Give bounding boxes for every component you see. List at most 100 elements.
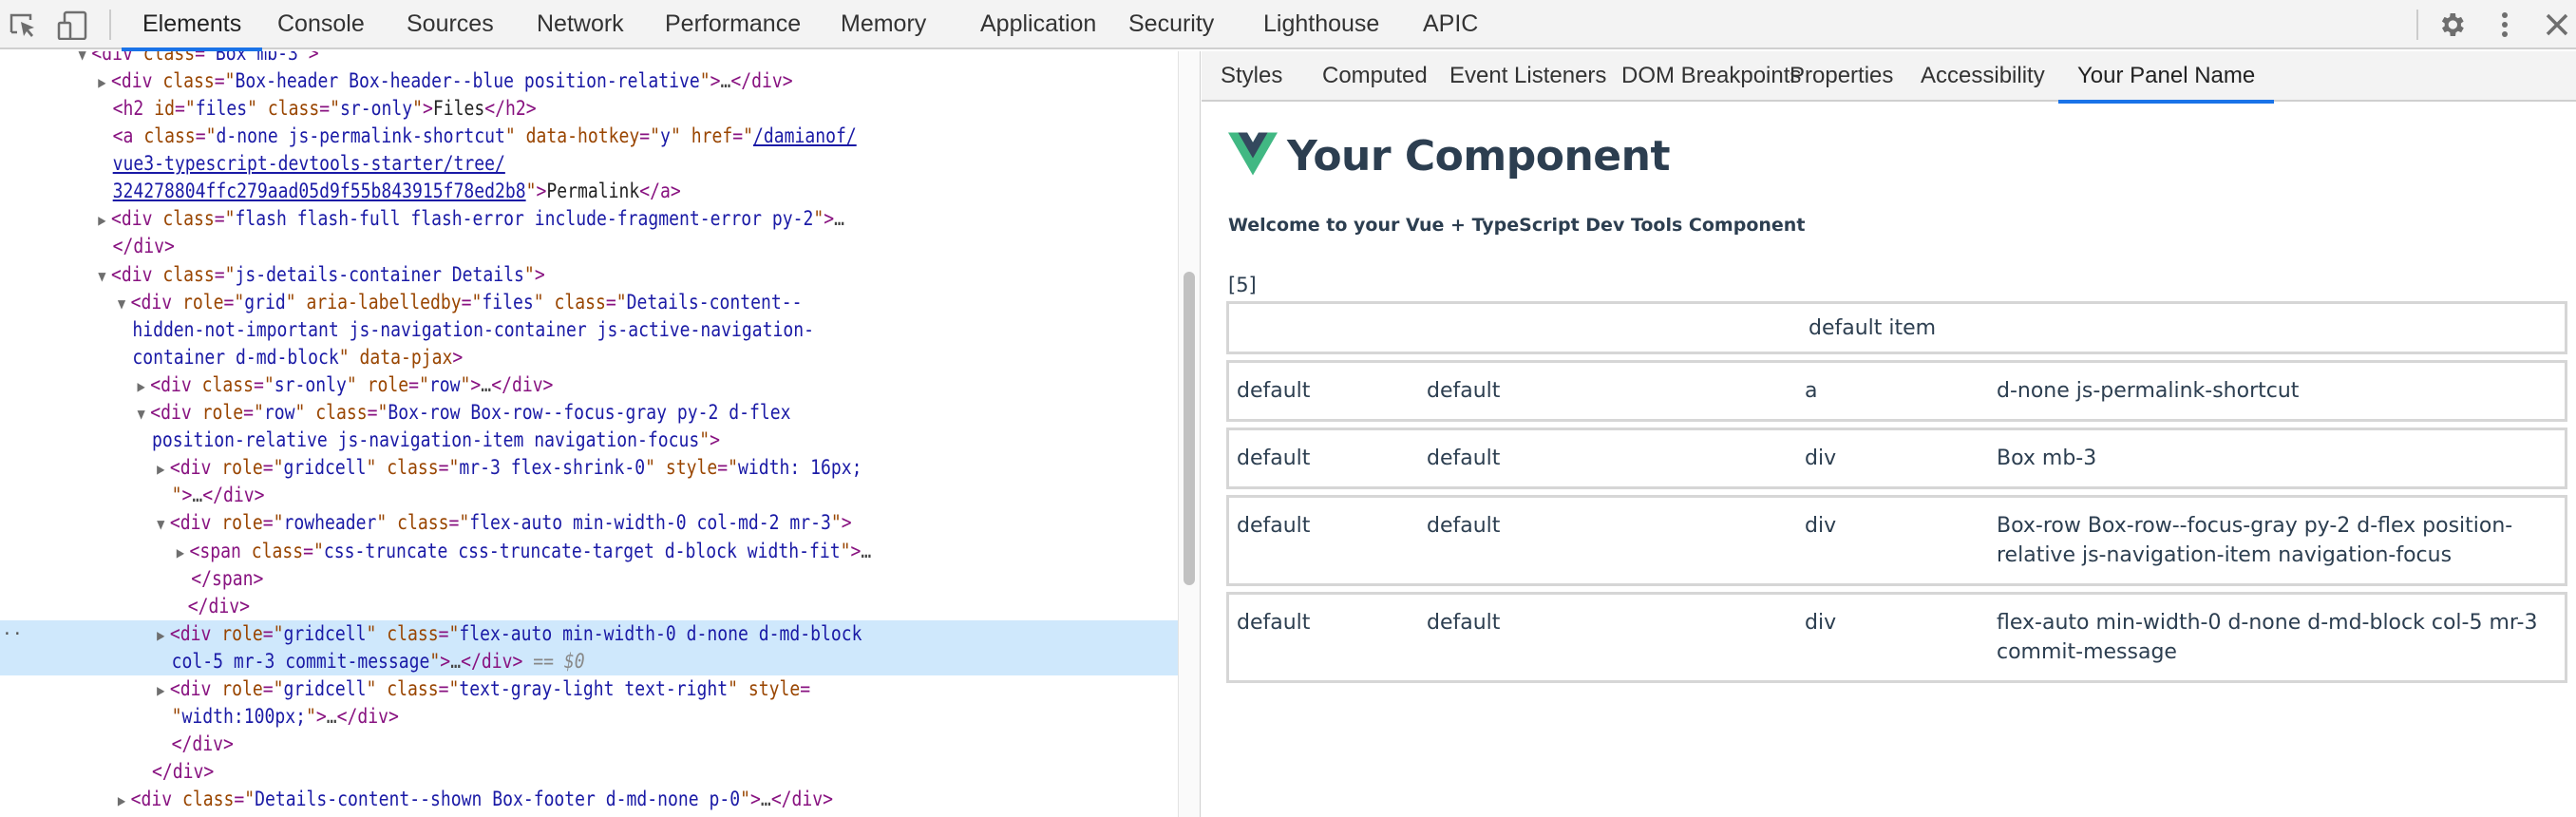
tab-console[interactable]: Console [256, 0, 386, 49]
expand-triangle-icon[interactable]: ▶ [118, 787, 131, 814]
dom-node-line[interactable]: </div> [0, 758, 1013, 786]
sidebar-tab-accessibility[interactable]: Accessibility [1902, 51, 2064, 102]
collapse-triangle-icon[interactable]: ▼ [157, 510, 170, 538]
dom-node-line[interactable]: 324278804ffc279aad05d9f55b843915f78ed2b8… [0, 178, 1013, 205]
tab-apic[interactable]: APIC [1402, 0, 1499, 49]
inspect-element-icon[interactable] [8, 10, 38, 40]
table-cell: a [1805, 379, 1818, 403]
dom-node-markup: </div> [187, 595, 251, 618]
component-title: Your Component [1287, 131, 1671, 180]
dom-node-line[interactable]: ▼ <div role="grid" aria-labelledby="files… [0, 289, 1013, 316]
tab-application[interactable]: Application [959, 0, 1117, 49]
table-row: default default div flex-auto min-width-0 d… [1226, 592, 2567, 683]
dom-node-line[interactable]: position-relative js-navigation-item nav… [0, 427, 1013, 454]
table-cell: default [1237, 379, 1311, 403]
scrollbar-thumb[interactable] [1184, 272, 1195, 585]
gear-icon[interactable] [2436, 10, 2467, 40]
dom-node-line[interactable]: ▼ <div class="Box mb-3"> [0, 51, 1013, 67]
dom-node-line[interactable]: vue3-typescript-devtools-starter/tree/ [0, 150, 1013, 178]
expand-triangle-icon[interactable]: ▶ [157, 455, 170, 483]
dom-node-markup: <div class="js-details-container Details… [110, 263, 545, 286]
dom-node-line[interactable]: ▶ <div class="Box-header Box-header--blue… [0, 67, 1013, 95]
dom-node-markup: <a class="d-none js-permalink-shortcut" … [112, 124, 857, 147]
item-count: [5] [1228, 274, 1257, 296]
expand-triangle-icon[interactable]: ▶ [157, 621, 170, 649]
dom-node-markup: container d-md-block" data-pjax> [132, 346, 464, 369]
dom-node-line[interactable]: ▶ <div role="gridcell" class="mr-3 flex-s… [0, 454, 1013, 482]
expand-triangle-icon[interactable]: ▶ [98, 206, 111, 234]
collapse-triangle-icon[interactable]: ▼ [137, 400, 150, 428]
dom-node-line[interactable]: </div> [0, 593, 1013, 620]
tab-network[interactable]: Network [516, 0, 645, 49]
collapse-triangle-icon[interactable]: ▼ [79, 51, 92, 68]
dom-node-line[interactable]: container d-md-block" data-pjax> [0, 344, 1013, 371]
table-cell: default [1427, 611, 1501, 635]
devtools-toolbar: Elements Console Sources Network Performance… [0, 0, 2576, 51]
collapse-triangle-icon[interactable]: ▼ [118, 290, 131, 317]
dom-node-markup: <div role="grid" aria-labelledby="files"… [130, 291, 803, 314]
expand-triangle-icon[interactable]: ▶ [157, 676, 170, 704]
table-row: default default div Box mb-3 [1226, 428, 2567, 489]
dom-node-line[interactable]: </span> [0, 565, 1013, 593]
dom-node-markup: </div> [171, 732, 234, 755]
dom-node-markup: position-relative js-navigation-item nav… [151, 428, 721, 451]
dom-node-line[interactable]: ▶ <div class="Details-content--shown Box-… [0, 786, 1013, 813]
tab-security[interactable]: Security [1108, 0, 1235, 49]
table-cell: Box-row Box-row--focus-gray py-2 d-flex … [1997, 514, 2513, 567]
dom-node-line[interactable]: ▼ <div role="rowheader" class="flex-auto … [0, 509, 1013, 537]
dom-node-line[interactable]: ▶ <span class="css-truncate css-truncate-… [0, 538, 1013, 565]
expand-triangle-icon[interactable]: ▶ [98, 68, 111, 96]
component-header: Your Component [1228, 127, 1671, 184]
sidebar-tab-computed[interactable]: Computed [1303, 51, 1447, 102]
table-cell: default [1427, 446, 1501, 470]
dom-node-markup: <div class="Box mb-3"> [91, 51, 319, 65]
dom-node-line[interactable]: hidden-not-important js-navigation-conta… [0, 316, 1013, 344]
dom-node-line[interactable]: </div> [0, 731, 1013, 758]
welcome-message: Welcome to your Vue + TypeScript Dev Too… [1228, 215, 1806, 236]
toolbar-divider [109, 10, 111, 40]
tab-lighthouse[interactable]: Lighthouse [1242, 0, 1400, 49]
table-cell: default [1237, 514, 1311, 538]
dom-node-line[interactable]: ▶ <div role="gridcell" class="text-gray-l… [0, 675, 1013, 703]
close-icon[interactable] [2542, 10, 2572, 40]
expand-triangle-icon[interactable]: ▶ [177, 539, 190, 566]
dom-node-line[interactable]: ▶ <div class="sr-only" role="row">…</div> [0, 371, 1013, 399]
dom-node-markup: "width:100px;">…</div> [171, 705, 399, 728]
tab-elements[interactable]: Elements [122, 0, 263, 51]
sidebar-tab-your-panel-name[interactable]: Your Panel Name [2058, 51, 2275, 104]
table-row: default default a d-none js-permalink-short… [1226, 360, 2567, 422]
dom-node-markup: <h2 id="files" class="sr-only">Files</h2… [112, 97, 537, 120]
tab-memory[interactable]: Memory [820, 0, 947, 49]
dom-node-markup: <div class="Details-content--shown Box-f… [130, 788, 834, 810]
dom-node-line[interactable]: "width:100px;">…</div> [0, 703, 1013, 731]
dom-node-markup: <span class="css-truncate css-truncate-t… [189, 540, 872, 562]
toolbar-divider [2416, 10, 2418, 40]
dom-node-line[interactable]: </div> [0, 233, 1013, 260]
elements-dom-tree[interactable]: ▼ <div class="Box mb-3"> ▶ <div class="Box-… [0, 51, 1178, 817]
dom-node-line[interactable]: <h2 id="files" class="sr-only">Files</h2… [0, 95, 1013, 123]
dom-node-line[interactable]: ▶ <div class="flash flash-full flash-erro… [0, 205, 1013, 233]
table-cell: d-none js-permalink-shortcut [1997, 379, 2300, 403]
expand-triangle-icon[interactable]: ▶ [137, 372, 150, 400]
elements-scrollbar[interactable] [1178, 51, 1201, 817]
tab-performance[interactable]: Performance [644, 0, 822, 49]
table-header-row: default item [1226, 301, 2567, 354]
sidebar-tabs: Styles Computed Event Listeners DOM Breakpo… [1202, 51, 2576, 104]
dom-node-line[interactable]: ">…</div> [0, 482, 1013, 509]
device-toolbar-icon[interactable] [57, 10, 87, 41]
dom-node-markup: </div> [112, 235, 175, 257]
table-cell: div [1805, 446, 1837, 470]
dom-node-line[interactable]: <a class="d-none js-permalink-shortcut" … [0, 123, 1013, 150]
dom-node-line[interactable]: col-5 mr-3 commit-message">…</div> == $0 [0, 648, 1013, 675]
collapse-triangle-icon[interactable]: ▼ [98, 262, 111, 290]
component-table: default item default default a d-none js-pe… [1226, 301, 2567, 689]
table-cell: default [1427, 379, 1501, 403]
dom-node-line[interactable]: ▶ <div role="gridcell" class="flex-auto m… [0, 620, 1013, 648]
dom-node-line[interactable]: ▼ <div role="row" class="Box-row Box-row-… [0, 399, 1013, 427]
sidebar-tab-properties[interactable]: Properties [1771, 51, 1912, 102]
sidebar-tab-event-listeners[interactable]: Event Listeners [1430, 51, 1625, 102]
dom-node-line[interactable]: ▼ <div class="js-details-container Detail… [0, 261, 1013, 289]
tab-sources[interactable]: Sources [386, 0, 515, 49]
more-vertical-icon[interactable] [2490, 10, 2520, 40]
sidebar-tab-styles[interactable]: Styles [1202, 51, 1301, 102]
